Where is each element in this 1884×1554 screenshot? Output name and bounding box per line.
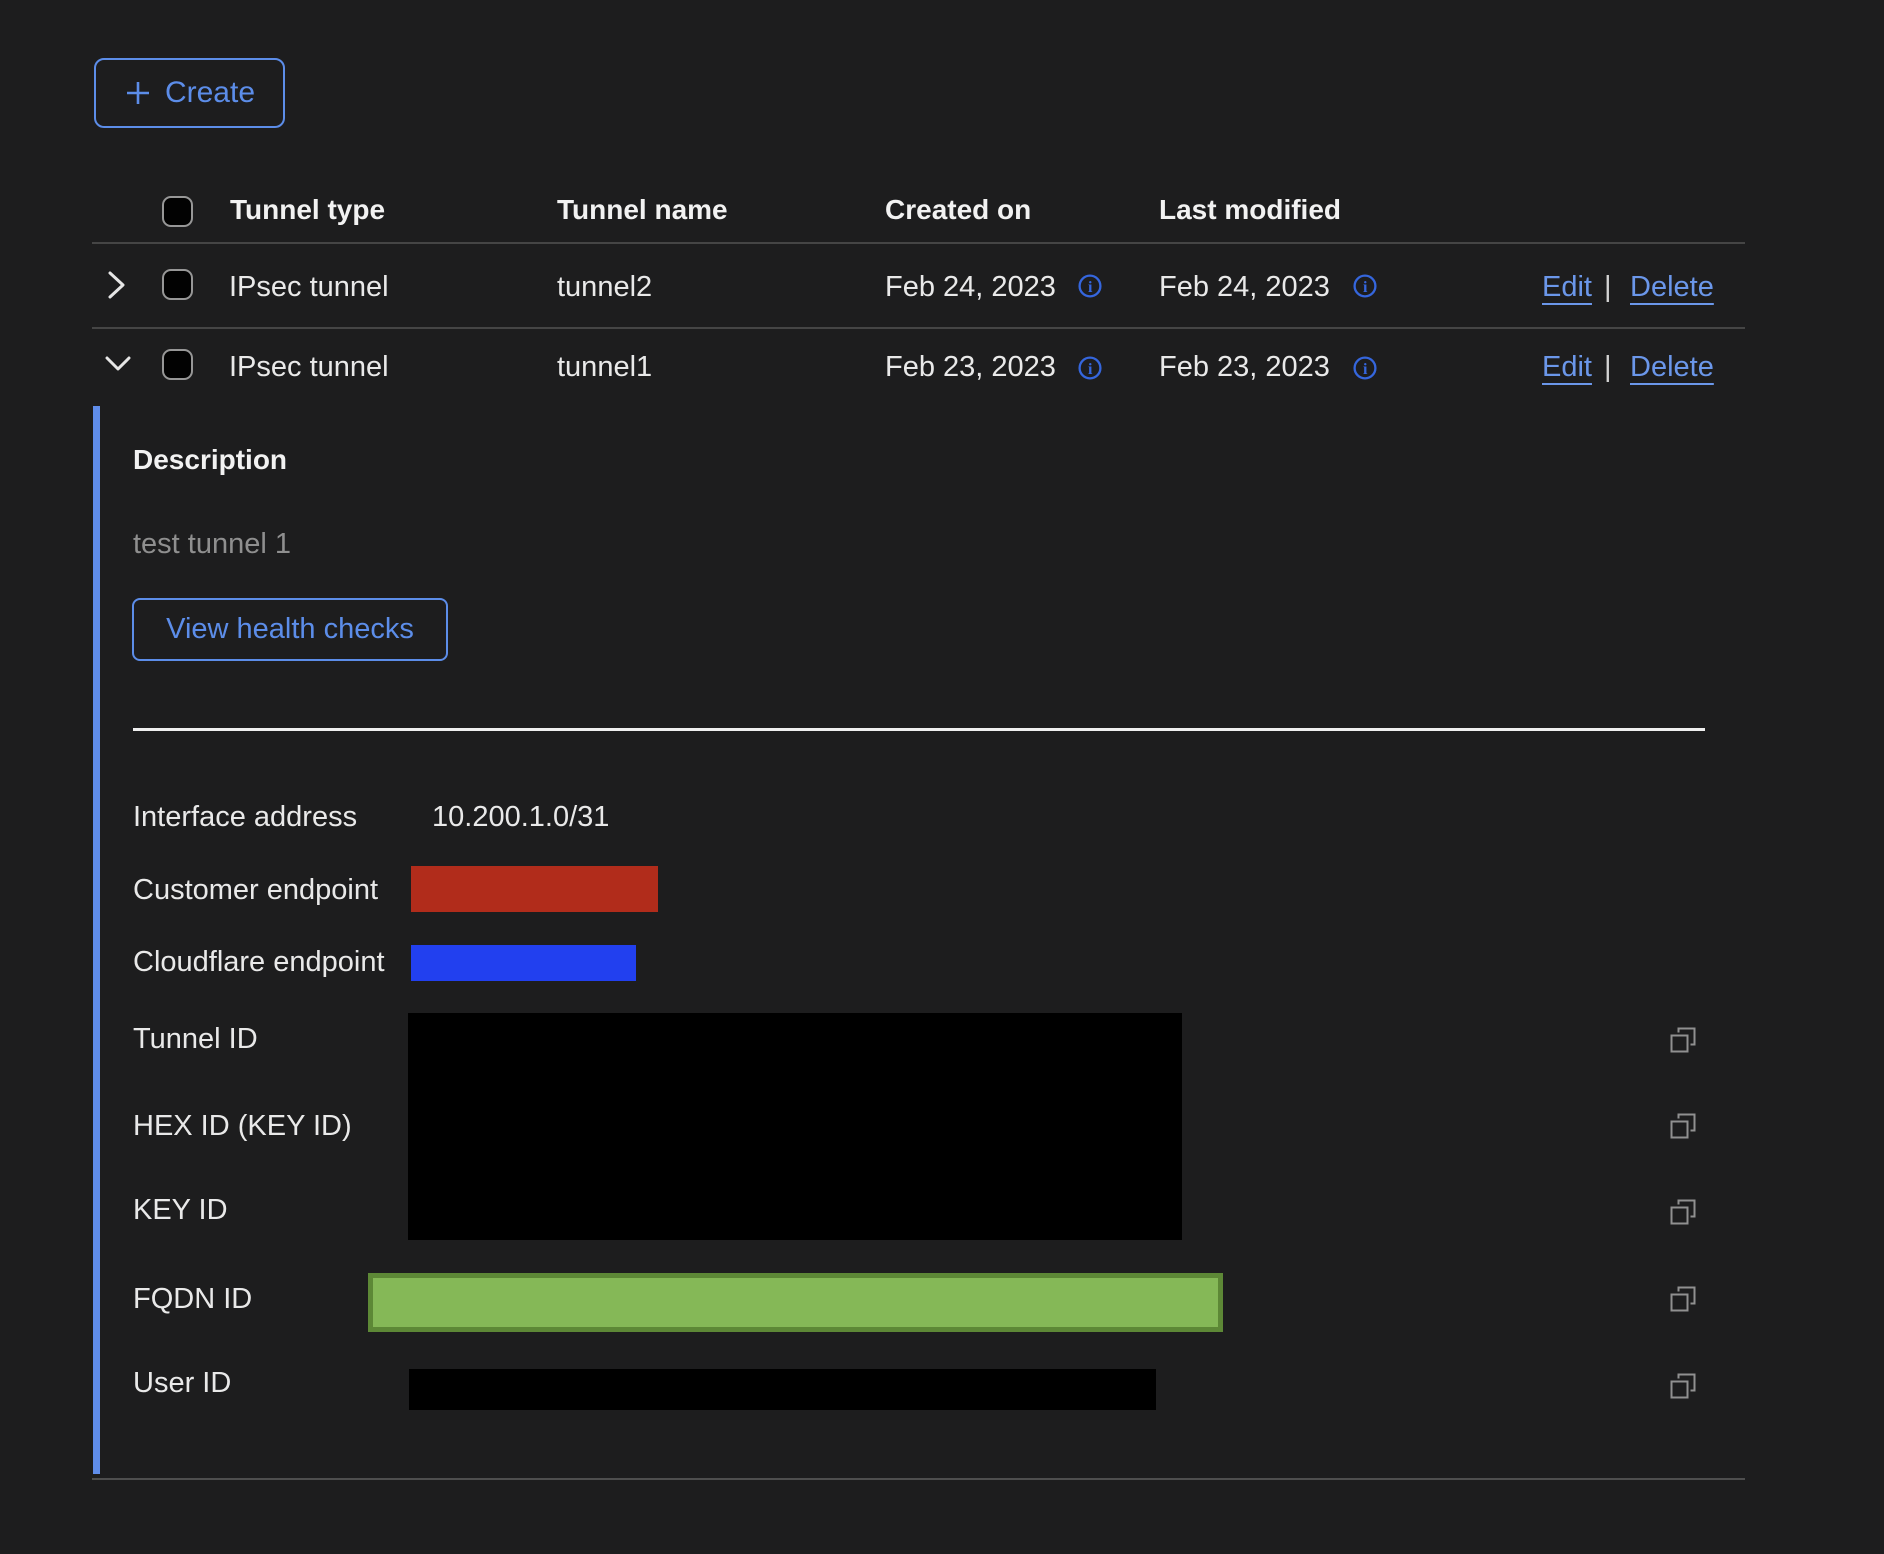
svg-text:i: i (1088, 279, 1093, 296)
svg-text:i: i (1088, 361, 1093, 378)
svg-text:i: i (1363, 361, 1368, 378)
svg-text:i: i (1363, 279, 1368, 296)
